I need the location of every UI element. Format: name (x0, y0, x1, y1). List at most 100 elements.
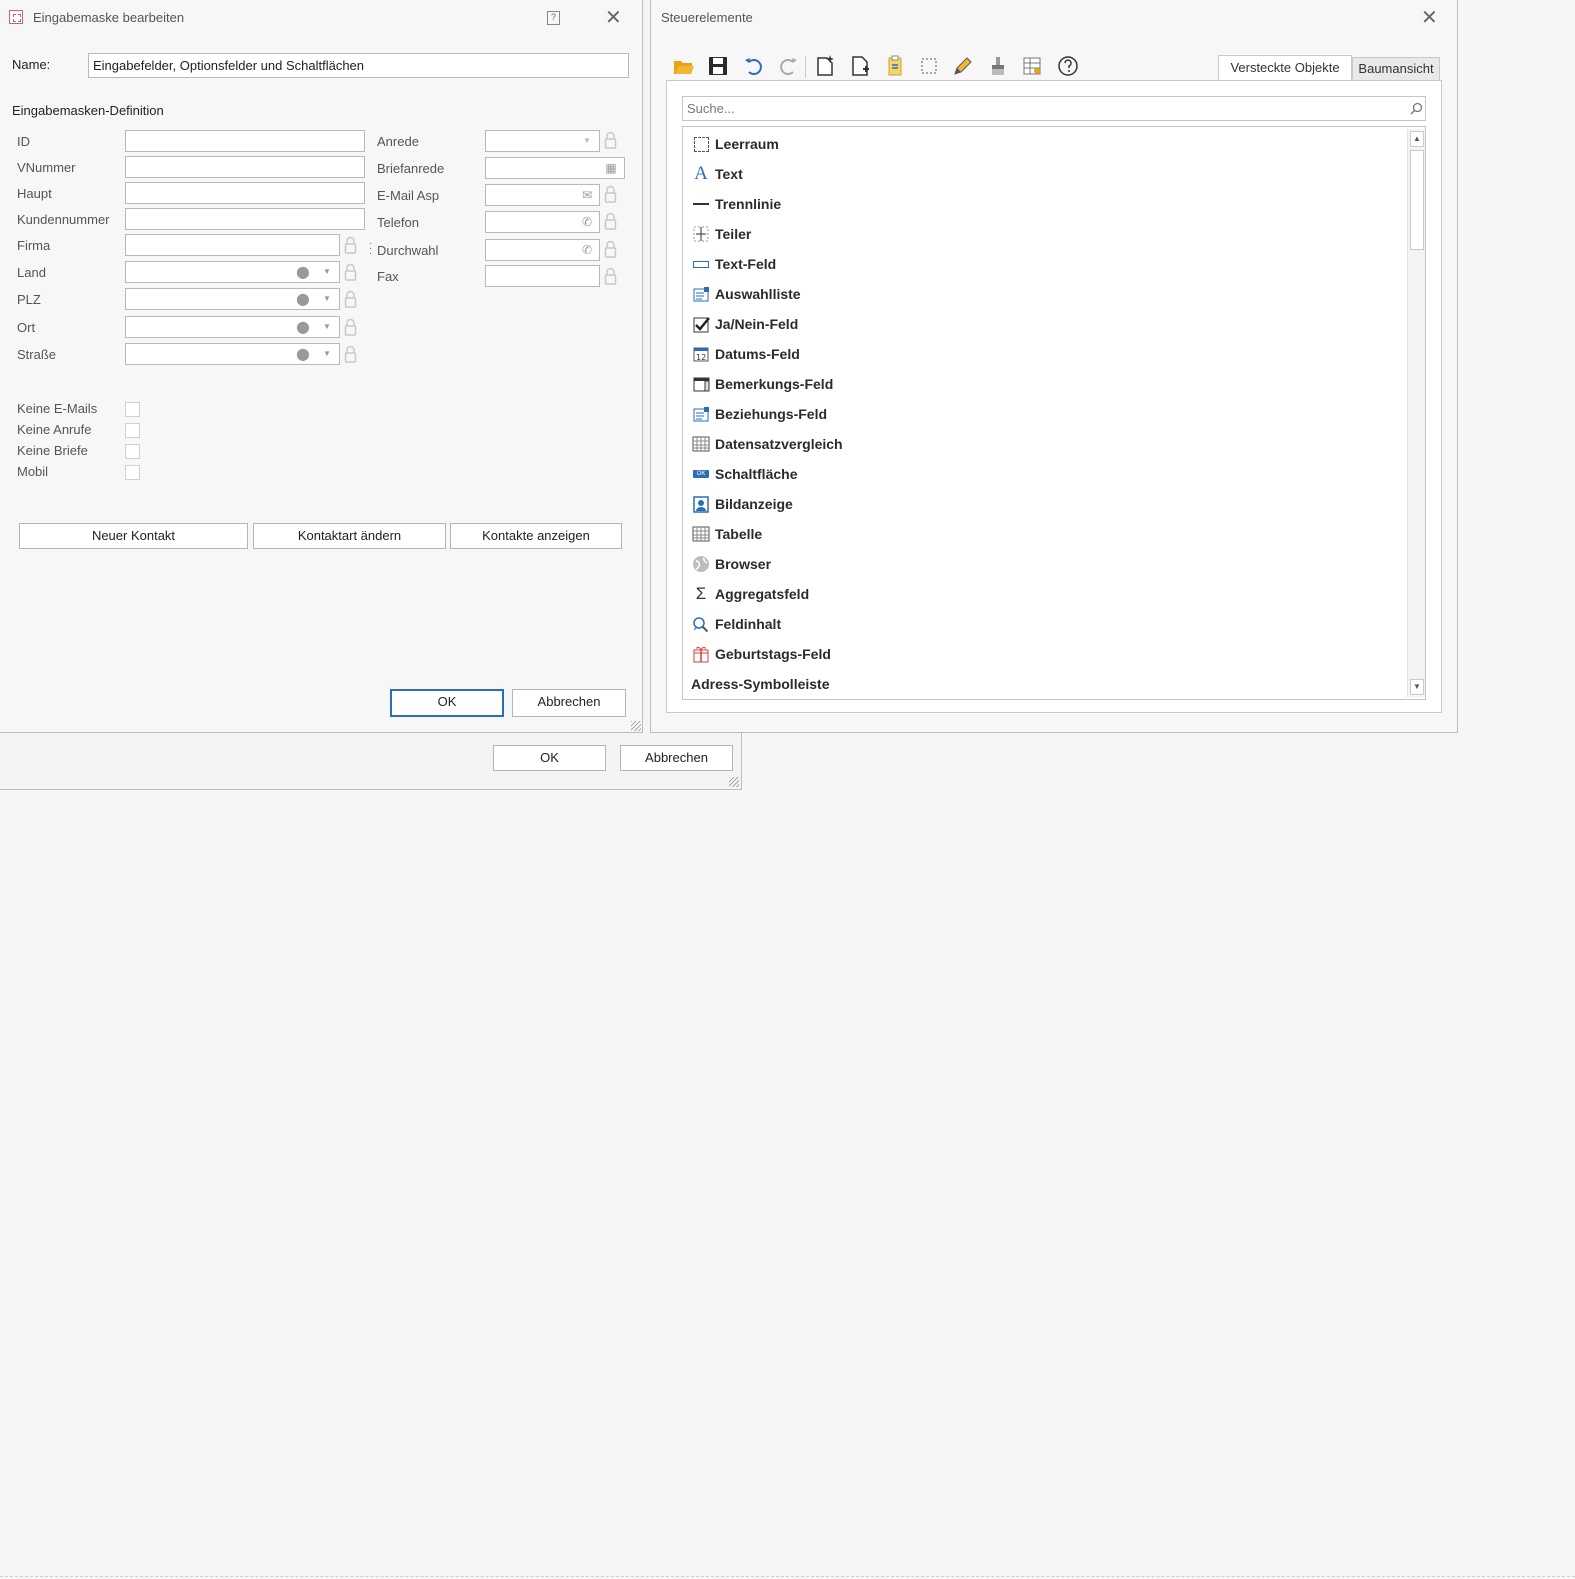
scrollbar[interactable]: ▲ ▼ (1407, 129, 1425, 697)
list-item-label: Schaltfläche (715, 466, 798, 482)
tab-hidden-objects[interactable]: Versteckte Objekte (1218, 55, 1352, 81)
new-contact-button[interactable]: Neuer Kontakt (19, 523, 248, 549)
help-icon[interactable]: ? (547, 11, 560, 25)
calculator-icon[interactable]: ▦ (604, 161, 618, 175)
list-item[interactable]: Leerraum (691, 130, 779, 158)
list-item[interactable]: OK Schaltfläche (691, 460, 797, 488)
no-calls-checkbox[interactable] (125, 423, 140, 438)
open-folder-icon[interactable] (672, 54, 696, 78)
ok-button[interactable]: OK (390, 689, 504, 717)
change-contact-type-button[interactable]: Kontaktart ändern (253, 523, 446, 549)
phone-icon[interactable]: ✆ (580, 243, 594, 257)
kundennummer-input[interactable] (125, 208, 365, 230)
firma-input[interactable] (125, 234, 340, 256)
land-input[interactable]: ⬤ ▼ (125, 261, 340, 283)
id-input[interactable] (125, 130, 365, 152)
list-item[interactable]: Browser (691, 550, 771, 578)
map-pin-icon[interactable]: ⬤ (296, 320, 310, 334)
ort-input[interactable]: ⬤ ▼ (125, 316, 340, 338)
list-item[interactable]: Auswahlliste (691, 280, 801, 308)
list-item[interactable]: Geburtstags-Feld (691, 640, 831, 668)
scroll-down-arrow-icon[interactable]: ▼ (1410, 679, 1424, 695)
help-circle-icon[interactable] (1056, 54, 1080, 78)
map-pin-icon[interactable]: ⬤ (296, 347, 310, 361)
search-input[interactable]: Suche... (682, 96, 1426, 121)
lock-icon[interactable] (344, 317, 357, 337)
table-settings-icon[interactable] (1020, 54, 1044, 78)
close-icon[interactable]: ✕ (605, 8, 622, 28)
mobile-checkbox[interactable] (125, 465, 140, 480)
map-pin-icon[interactable]: ⬤ (296, 265, 310, 279)
lock-icon[interactable] (604, 184, 617, 204)
fax-input[interactable] (485, 265, 600, 287)
list-item[interactable]: 12 Datums-Feld (691, 340, 800, 368)
durchwahl-input[interactable]: ✆ (485, 239, 600, 261)
name-input[interactable]: Eingabefelder, Optionsfelder und Schaltf… (88, 53, 629, 78)
back-ok-button[interactable]: OK (493, 745, 606, 771)
pencil-icon[interactable] (951, 54, 975, 78)
tab-tree-view[interactable]: Baumansicht (1352, 57, 1440, 81)
search-icon[interactable] (1410, 102, 1423, 115)
list-item-label: Datums-Feld (715, 346, 800, 362)
new-document-icon[interactable] (813, 54, 837, 78)
email-asp-input[interactable]: ✉ (485, 184, 600, 206)
selection-icon[interactable] (917, 54, 941, 78)
telefon-input[interactable]: ✆ (485, 211, 600, 233)
no-letters-checkbox[interactable] (125, 444, 140, 459)
resize-grip[interactable] (729, 777, 739, 787)
chevron-down-icon[interactable]: ▼ (320, 292, 334, 306)
show-contacts-button[interactable]: Kontakte anzeigen (450, 523, 622, 549)
redo-icon[interactable] (776, 54, 800, 78)
briefanrede-input[interactable]: ▦ (485, 157, 625, 179)
lock-icon[interactable] (604, 266, 617, 286)
list-item[interactable]: Bemerkungs-Feld (691, 370, 833, 398)
chevron-down-icon[interactable]: ▼ (320, 320, 334, 334)
lock-icon[interactable] (604, 239, 617, 259)
lock-icon[interactable] (344, 262, 357, 282)
scroll-thumb[interactable] (1410, 150, 1424, 250)
lock-icon[interactable] (344, 235, 357, 255)
list-item[interactable]: Tabelle (691, 520, 762, 548)
clipboard-icon[interactable] (883, 54, 907, 78)
close-icon[interactable]: ✕ (1421, 8, 1438, 28)
strasse-input[interactable]: ⬤ ▼ (125, 343, 340, 365)
phone-icon[interactable]: ✆ (580, 215, 594, 229)
field-label-vnummer: VNummer (17, 160, 76, 175)
no-emails-checkbox[interactable] (125, 402, 140, 417)
list-item[interactable]: Adress-Symbolleiste (691, 670, 830, 698)
mail-icon[interactable]: ✉ (580, 188, 594, 202)
checkbox-label-mobile: Mobil (17, 464, 49, 479)
list-item[interactable]: Datensatzvergleich (691, 430, 843, 458)
save-icon[interactable] (706, 54, 730, 78)
chevron-down-icon[interactable]: ▼ (320, 265, 334, 279)
gift-icon (691, 644, 711, 664)
vnummer-input[interactable] (125, 156, 365, 178)
chevron-down-icon[interactable]: ▼ (320, 347, 334, 361)
list-item[interactable]: Trennlinie (691, 190, 781, 218)
list-item[interactable]: Bildanzeige (691, 490, 793, 518)
lock-icon[interactable] (604, 130, 617, 150)
plz-input[interactable]: ⬤ ▼ (125, 288, 340, 310)
lock-icon[interactable] (604, 211, 617, 231)
list-item[interactable]: Beziehungs-Feld (691, 400, 827, 428)
anrede-select[interactable]: ▼ (485, 130, 600, 152)
list-item[interactable]: Σ Aggregatsfeld (691, 580, 809, 608)
list-item[interactable]: A Text (691, 160, 743, 188)
list-item[interactable]: Ja/Nein-Feld (691, 310, 798, 338)
drag-handle-icon[interactable]: · · · (369, 239, 372, 259)
brush-icon[interactable] (986, 54, 1010, 78)
undo-icon[interactable] (742, 54, 766, 78)
add-document-icon[interactable] (848, 54, 872, 78)
list-item[interactable]: Text-Feld (691, 250, 776, 278)
map-pin-icon[interactable]: ⬤ (296, 292, 310, 306)
haupt-input[interactable] (125, 182, 365, 204)
lock-icon[interactable] (344, 289, 357, 309)
resize-grip[interactable] (631, 721, 641, 731)
lock-icon[interactable] (344, 344, 357, 364)
list-item[interactable]: Feldinhalt (691, 610, 781, 638)
list-item[interactable]: Teiler (691, 220, 751, 248)
chevron-down-icon[interactable]: ▼ (580, 134, 594, 148)
scroll-up-arrow-icon[interactable]: ▲ (1410, 131, 1424, 147)
back-cancel-button[interactable]: Abbrechen (620, 745, 733, 771)
cancel-button[interactable]: Abbrechen (512, 689, 626, 717)
